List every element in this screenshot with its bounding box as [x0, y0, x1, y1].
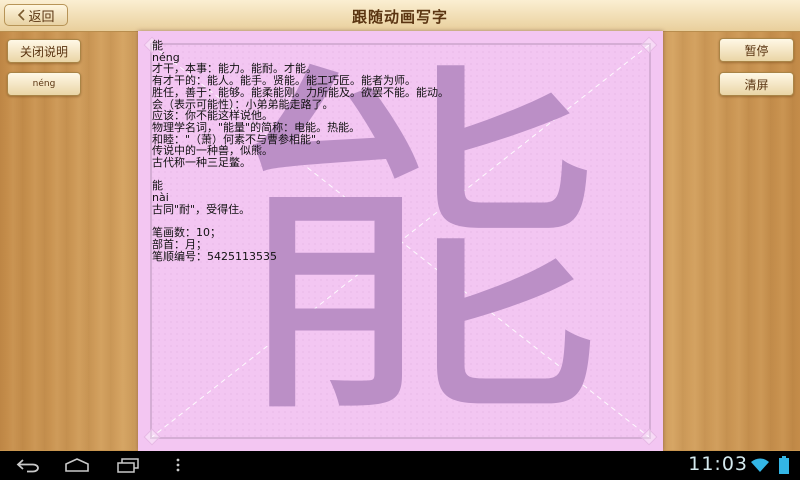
recent-apps-icon[interactable] — [114, 455, 142, 475]
writing-canvas[interactable]: 能 能 néng 才干，本事：能力。能耐。才能。 有才干的：能人。能手。贤能。能工巧匠… — [138, 31, 663, 451]
description-line: 笔顺编号：5425113535 — [152, 249, 277, 263]
page-title: 跟随动画写字 — [351, 8, 448, 26]
description-line: 能 — [152, 179, 163, 193]
close-description-button[interactable]: 关闭说明 — [7, 39, 81, 63]
pause-button[interactable]: 暂停 — [719, 38, 794, 62]
clock: 11:03 — [688, 453, 748, 475]
description-line: 部首：月； — [152, 237, 207, 251]
back-icon[interactable] — [14, 455, 42, 475]
description-line — [152, 169, 632, 181]
description-line: 古代称一种三足鳖。 — [152, 156, 251, 170]
home-icon[interactable] — [62, 455, 92, 475]
description-line — [152, 216, 632, 228]
system-nav-bar: 11:03 — [0, 451, 800, 480]
description-line: 古同"耐"，受得住。 — [152, 202, 251, 216]
description-line: 胜任，善于：能够。能柔能刚。力所能及。欲罢不能。能动。 — [152, 85, 449, 99]
description-line: 笔画数：10； — [152, 226, 221, 240]
character-description: 能 néng 才干，本事：能力。能耐。才能。 有才干的：能人。能手。贤能。能工巧匠。能… — [152, 40, 632, 262]
description-line: 物理学名词，"能量"的简称：电能。热能。 — [152, 120, 361, 134]
menu-icon[interactable] — [170, 455, 186, 475]
title-bar: 返回 跟随动画写字 — [0, 0, 800, 32]
description-line: 能 — [152, 39, 163, 52]
battery-icon — [776, 455, 792, 475]
pinyin-button[interactable]: néng — [7, 72, 81, 96]
clear-screen-button[interactable]: 清屏 — [719, 72, 794, 96]
wifi-icon — [750, 455, 770, 475]
